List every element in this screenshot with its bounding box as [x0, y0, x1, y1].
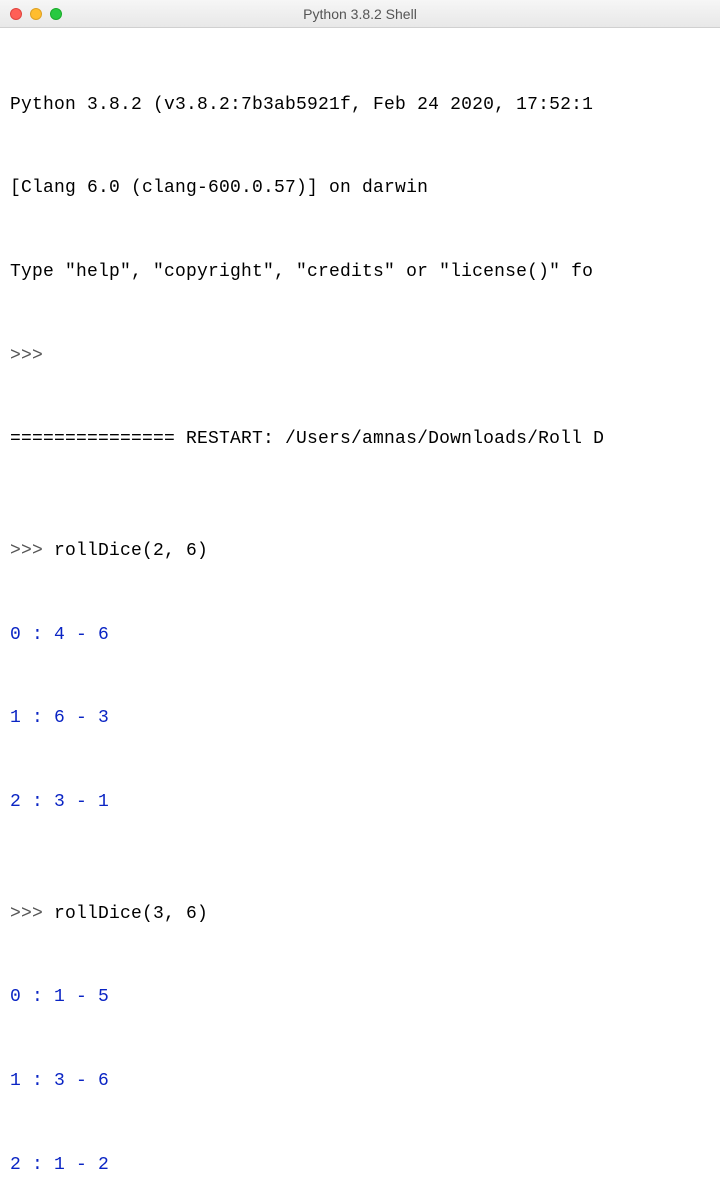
- version-line: Python 3.8.2 (v3.8.2:7b3ab5921f, Feb 24 …: [10, 92, 710, 120]
- window-titlebar: Python 3.8.2 Shell: [0, 0, 720, 28]
- traffic-lights: [10, 8, 62, 20]
- output-line: 0 : 1 - 5: [10, 984, 710, 1012]
- window-title: Python 3.8.2 Shell: [303, 6, 417, 22]
- output-line: 0 : 4 - 6: [10, 622, 710, 650]
- input-line: >>> rollDice(3, 6): [10, 901, 710, 929]
- help-line: Type "help", "copyright", "credits" or "…: [10, 259, 710, 287]
- clang-line: [Clang 6.0 (clang-600.0.57)] on darwin: [10, 175, 710, 203]
- output-line: 1 : 6 - 3: [10, 705, 710, 733]
- prompt-symbol: >>>: [10, 346, 54, 366]
- user-input: rollDice(2, 6): [54, 541, 208, 561]
- restart-line: =============== RESTART: /Users/amnas/Do…: [10, 426, 710, 454]
- output-line: 2 : 1 - 2: [10, 1152, 710, 1180]
- prompt-symbol: >>>: [10, 541, 54, 561]
- minimize-icon[interactable]: [30, 8, 42, 20]
- input-line: >>> rollDice(2, 6): [10, 538, 710, 566]
- output-line: 2 : 3 - 1: [10, 789, 710, 817]
- output-line: 1 : 3 - 6: [10, 1068, 710, 1096]
- maximize-icon[interactable]: [50, 8, 62, 20]
- close-icon[interactable]: [10, 8, 22, 20]
- prompt-symbol: >>>: [10, 904, 54, 924]
- user-input: rollDice(3, 6): [54, 904, 208, 924]
- prompt-empty: >>>: [10, 343, 710, 371]
- shell-output-area[interactable]: Python 3.8.2 (v3.8.2:7b3ab5921f, Feb 24 …: [0, 28, 720, 1200]
